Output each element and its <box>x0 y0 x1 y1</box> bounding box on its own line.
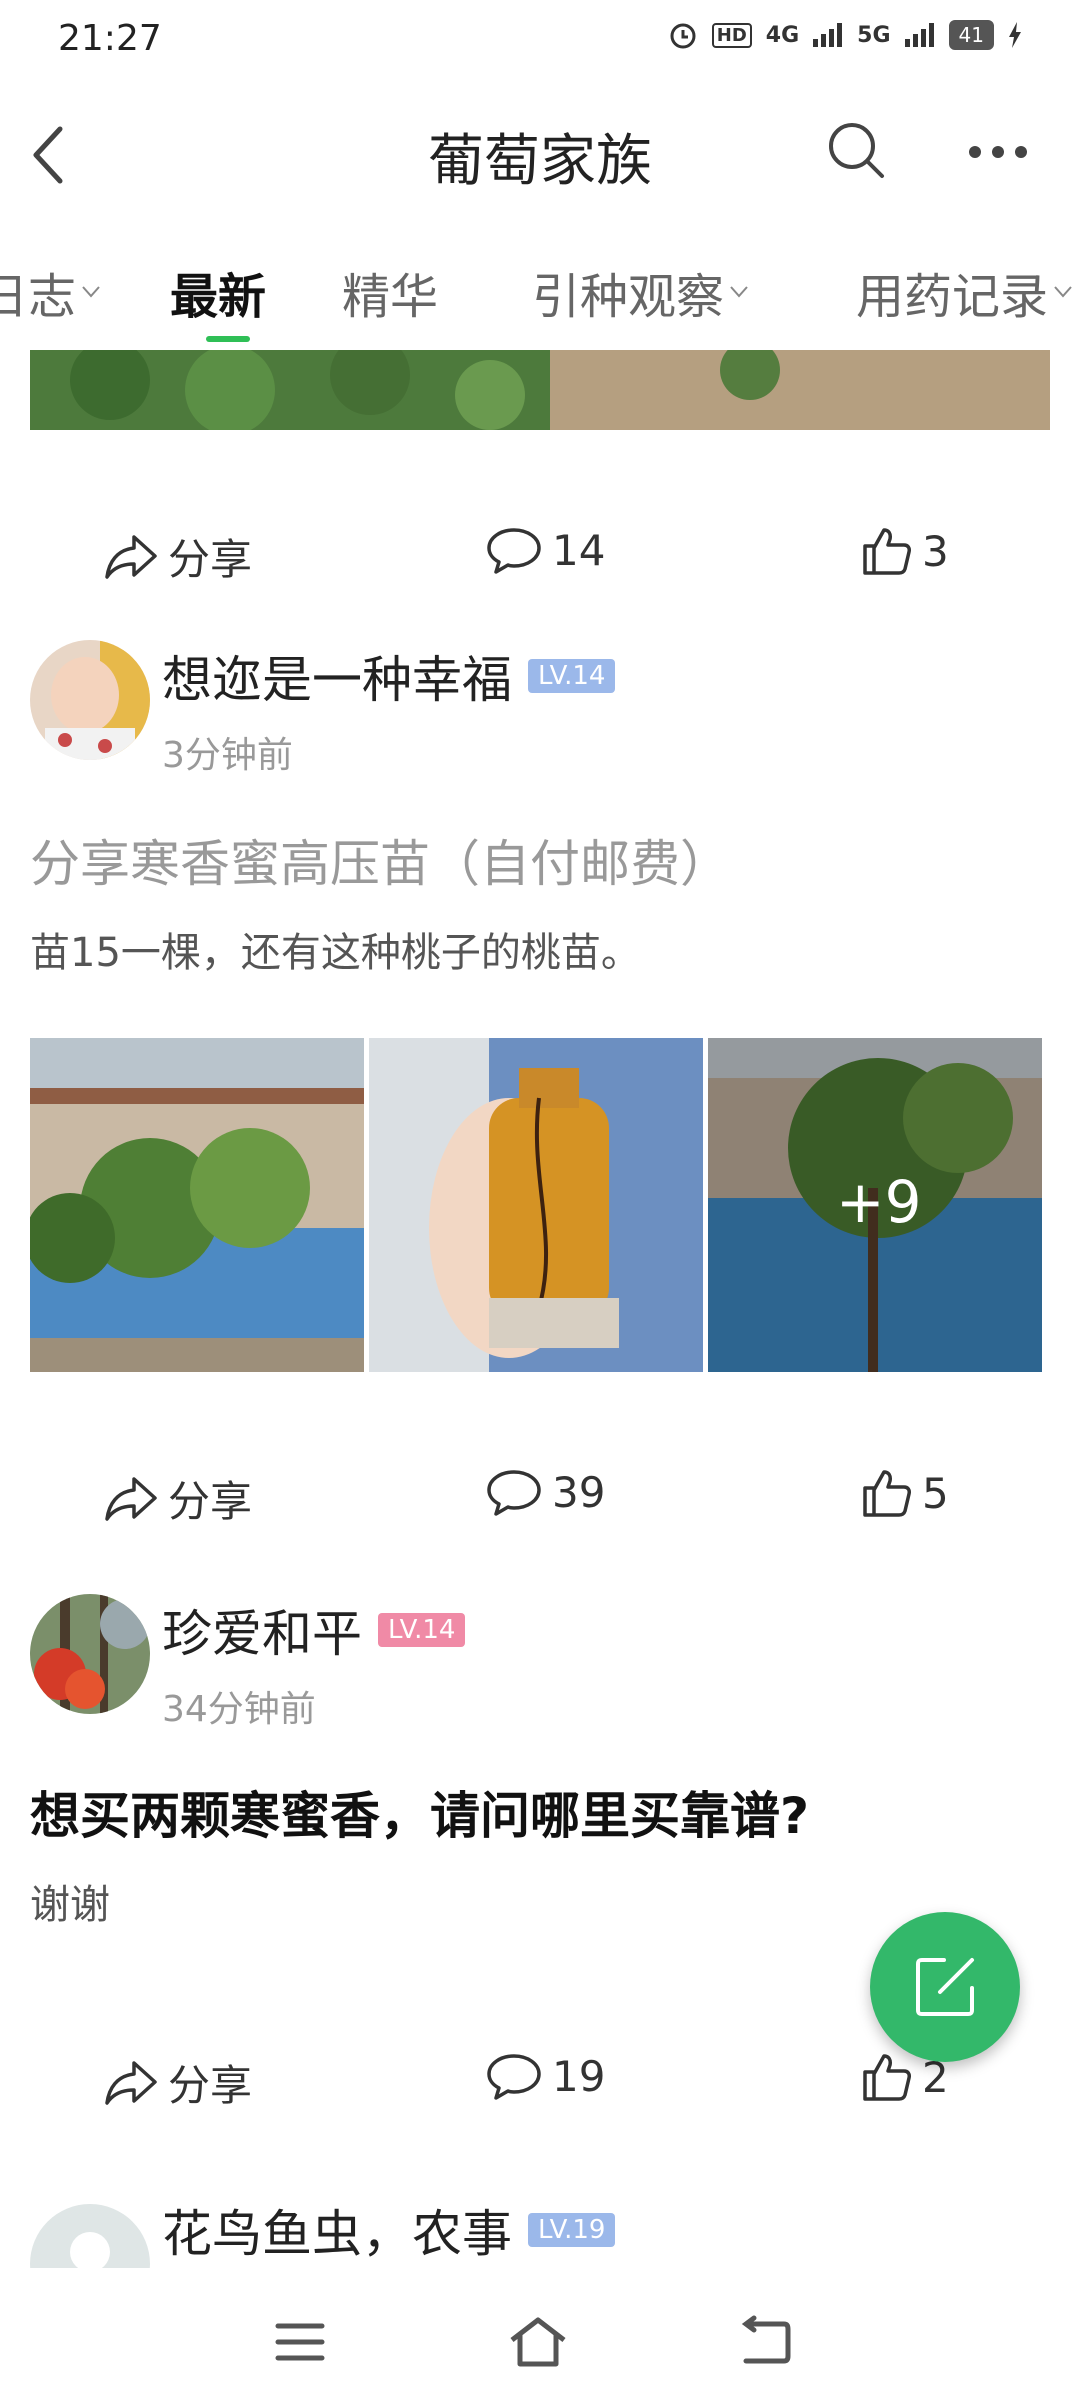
share-icon <box>105 2060 157 2105</box>
edit-icon <box>916 1958 974 2016</box>
post-image[interactable] <box>369 1038 703 1372</box>
share-button[interactable]: 分享 <box>104 1468 252 1529</box>
compose-post-button[interactable] <box>870 1912 1020 2062</box>
system-nav-bar <box>0 2268 1080 2400</box>
page-title: 葡萄家族 <box>428 129 652 194</box>
tab-latest[interactable]: 最新 <box>170 257 266 327</box>
comment-button[interactable]: 19 <box>486 2052 605 2101</box>
share-button[interactable]: 分享 <box>104 526 252 587</box>
signal-icon <box>813 23 843 47</box>
tab-featured[interactable]: 精华 <box>342 257 438 327</box>
battery-level: 41 <box>948 20 994 50</box>
post-time: 3分钟前 <box>162 735 293 776</box>
network-5g-label: 5G <box>857 22 891 48</box>
post-image[interactable] <box>30 350 1050 430</box>
level-badge: LV.14 <box>378 1613 466 1647</box>
active-tab-indicator <box>206 336 250 342</box>
level-badge: LV.19 <box>528 2213 616 2247</box>
tab-bar: 日志 最新 精华 引种观察 用药记录 <box>0 245 1080 335</box>
post-image[interactable] <box>30 1038 364 1372</box>
tab-introduction-observation[interactable]: 引种观察 <box>532 257 748 327</box>
like-button[interactable]: 5 <box>862 1468 949 1518</box>
author-name[interactable]: 想迩是一种幸福 <box>162 640 512 712</box>
share-icon <box>105 1476 157 1521</box>
author-name[interactable]: 珍爱和平 <box>162 1594 362 1666</box>
tab-journal[interactable]: 日志 <box>0 257 100 327</box>
chevron-down-icon <box>82 286 100 298</box>
author-name[interactable]: 花鸟鱼虫，农事 <box>162 2194 512 2266</box>
post-author-row: 想迩是一种幸福 LV.14 <box>162 640 616 712</box>
like-icon <box>863 1470 911 1517</box>
comment-icon <box>487 527 541 574</box>
like-button[interactable]: 3 <box>862 526 949 576</box>
post-actions: 分享 14 3 <box>0 520 1080 590</box>
post-body[interactable]: 苗15一棵，还有这种桃子的桃苗。 <box>30 920 641 978</box>
comment-button[interactable]: 14 <box>486 526 605 575</box>
post-author-row: 花鸟鱼虫，农事 LV.19 <box>162 2194 616 2266</box>
share-icon <box>105 534 157 579</box>
return-icon[interactable] <box>736 2314 796 2370</box>
post-author-row: 珍爱和平 LV.14 <box>162 1594 466 1666</box>
post-title[interactable]: 想买两颗寒蜜香，请问哪里买靠谱? <box>30 1776 809 1848</box>
hd-icon: HD <box>711 22 752 48</box>
comment-button[interactable]: 39 <box>486 1468 605 1517</box>
chevron-down-icon <box>1054 286 1072 298</box>
alarm-icon <box>668 20 698 50</box>
post-title[interactable]: 分享寒香蜜高压苗（自付邮费） <box>30 824 730 896</box>
like-icon <box>863 2054 911 2101</box>
signal2-icon <box>904 23 935 47</box>
share-button[interactable]: 分享 <box>104 2052 252 2113</box>
home-icon[interactable] <box>508 2314 568 2370</box>
status-time: 21:27 <box>58 18 162 59</box>
level-badge: LV.14 <box>528 659 616 693</box>
post-actions: 分享 39 5 <box>0 1462 1080 1532</box>
avatar[interactable] <box>30 1594 150 1714</box>
status-icons: HD 4G 5G 41 <box>668 20 1022 50</box>
chevron-down-icon <box>730 286 748 298</box>
avatar[interactable] <box>30 640 150 760</box>
menu-icon[interactable] <box>270 2314 330 2370</box>
like-icon <box>863 528 911 575</box>
network-4g-label: 4G <box>765 22 800 48</box>
post-time: 34分钟前 <box>162 1689 316 1730</box>
comment-icon <box>487 2053 541 2100</box>
charging-icon <box>1008 22 1022 48</box>
comment-icon <box>487 1469 541 1516</box>
search-icon[interactable] <box>826 120 886 180</box>
tab-medication-record[interactable]: 用药记录 <box>856 257 1072 327</box>
more-icon[interactable] <box>968 144 1028 158</box>
post-image[interactable]: +9 <box>708 1038 1042 1372</box>
post-body[interactable]: 谢谢 <box>30 1872 110 1930</box>
more-images-count: +9 <box>836 1168 922 1236</box>
